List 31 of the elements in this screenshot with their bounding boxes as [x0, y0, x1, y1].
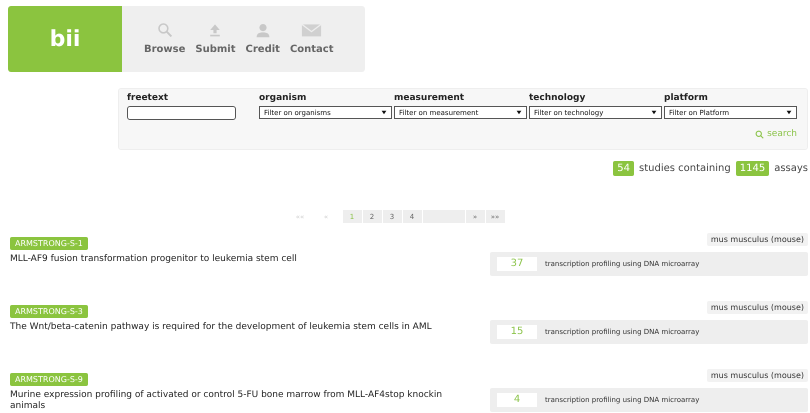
study-title: Murine expression profiling of activated or control 5-FU bone marrow from MLL-AF4stop knockin animals — [10, 390, 444, 412]
organism-tag: mus musculus (mouse) — [706, 233, 808, 246]
filter-label: freetext — [127, 93, 170, 103]
filter-label: technology — [529, 93, 586, 103]
count-badge: 54 — [613, 161, 634, 176]
caret-icon — [381, 110, 387, 115]
caret-icon — [786, 110, 792, 115]
summary-text: studies containing — [639, 163, 731, 174]
assay-count: 15 — [497, 325, 537, 339]
nav-link[interactable]: Browse — [144, 22, 186, 72]
organism-tag: mus musculus (mouse) — [706, 301, 808, 314]
assay-count: 37 — [497, 257, 537, 271]
nav-link[interactable]: Submit — [195, 22, 236, 72]
summary-text: assays — [774, 163, 808, 174]
filter-label: measurement — [394, 93, 466, 103]
organism-tag: mus musculus (mouse) — [706, 369, 808, 382]
study-title: The Wnt/beta-catenin pathway is required for the development of leukemia stem cells in AML — [10, 322, 432, 333]
mail-icon — [301, 22, 322, 38]
nav-link[interactable]: Contact — [290, 22, 334, 72]
freetext-field[interactable] — [127, 106, 236, 120]
study-title: MLL-AF9 fusion transformation progenitor to leukemia stem cell — [10, 254, 297, 265]
count-badge: 1145 — [736, 161, 770, 176]
filter-label: organism — [259, 93, 308, 103]
caret-icon — [651, 110, 657, 115]
person-icon — [254, 22, 271, 38]
filter-label: platform — [664, 93, 709, 103]
search-icon — [755, 130, 764, 138]
search-icon — [156, 22, 173, 38]
nav-link[interactable]: Credit — [246, 22, 280, 72]
caret-icon — [516, 110, 522, 115]
assay-count: 4 — [497, 393, 537, 407]
